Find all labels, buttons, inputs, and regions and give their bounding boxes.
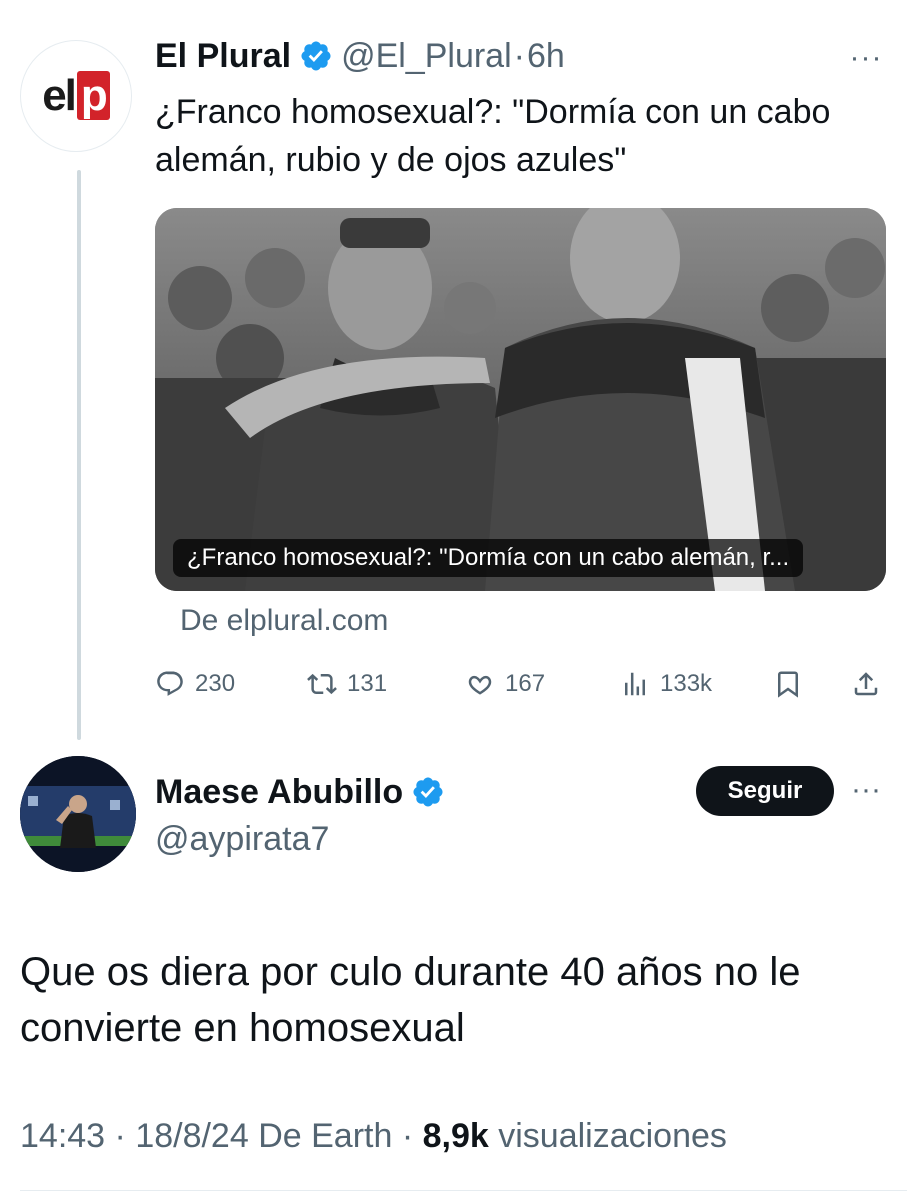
- divider: [20, 1190, 907, 1191]
- tweet1-separator: ·: [513, 36, 525, 75]
- views-button[interactable]: 133k: [620, 662, 712, 706]
- more-icon[interactable]: ···: [846, 43, 886, 73]
- more-icon[interactable]: ···: [846, 775, 886, 805]
- tweet1-time[interactable]: 6h: [527, 37, 565, 76]
- share-button[interactable]: [851, 662, 891, 706]
- tweet2-meta: 14:43 · 18/8/24 De Earth · 8,9k visualiz…: [20, 1114, 727, 1158]
- bookmark-button[interactable]: [773, 662, 813, 706]
- tweet1-text: ¿Franco homosexual?: "Dormía con un cabo…: [155, 93, 831, 179]
- verified-badge-icon: [301, 41, 331, 71]
- tweet1-handle[interactable]: @El_Plural: [341, 37, 512, 76]
- link-card-image: [155, 208, 886, 591]
- tweet2-views-count[interactable]: 8,9k: [423, 1117, 489, 1155]
- reply-button[interactable]: 230: [155, 662, 235, 706]
- bookmark-icon: [778, 671, 798, 698]
- thread-line: [77, 170, 81, 740]
- avatar-image: [20, 756, 136, 872]
- avatar-el-plural[interactable]: el p: [20, 40, 132, 152]
- retweet-button[interactable]: 131: [307, 662, 387, 706]
- views-icon: [625, 672, 645, 696]
- tweet2-header: Maese Abubillo: [155, 770, 453, 814]
- tweet2-via: De Earth: [248, 1117, 393, 1155]
- tweet2-text: Que os diera por culo durante 40 años no…: [20, 950, 801, 1050]
- like-count: 167: [505, 670, 546, 697]
- link-card[interactable]: ¿Franco homosexual?: "Dormía con un cabo…: [155, 208, 886, 591]
- tweet2-handle[interactable]: @aypirata7: [155, 820, 329, 859]
- meta-separator: ·: [392, 1117, 423, 1155]
- like-button[interactable]: 167: [465, 662, 545, 706]
- avatar-maese-abubillo[interactable]: [20, 756, 136, 872]
- retweet-icon: [307, 673, 337, 695]
- tweet2-display-name[interactable]: Maese Abubillo: [155, 773, 403, 812]
- reply-icon: [157, 671, 183, 696]
- tweet1-header: El Plural @El_Plural · 6h: [155, 34, 565, 78]
- tweet1-display-name[interactable]: El Plural: [155, 37, 291, 76]
- retweet-count: 131: [347, 670, 388, 697]
- el-plural-logo: el p: [42, 71, 110, 120]
- like-icon: [468, 675, 492, 695]
- follow-button[interactable]: Seguir: [696, 766, 834, 816]
- share-icon: [854, 672, 878, 696]
- reply-count: 230: [195, 670, 236, 697]
- tweet2-time[interactable]: 14:43: [20, 1117, 105, 1155]
- tweet1-actions: 230 131 167 133k: [155, 662, 890, 706]
- tweet2-views-label: visualizaciones: [488, 1117, 727, 1155]
- views-count: 133k: [660, 670, 713, 697]
- tweet2-date[interactable]: 18/8/24: [135, 1117, 248, 1155]
- meta-separator: ·: [105, 1117, 136, 1155]
- link-card-source[interactable]: De elplural.com: [180, 604, 388, 638]
- verified-badge-icon: [413, 777, 443, 807]
- link-card-caption: ¿Franco homosexual?: "Dormía con un cabo…: [173, 539, 804, 577]
